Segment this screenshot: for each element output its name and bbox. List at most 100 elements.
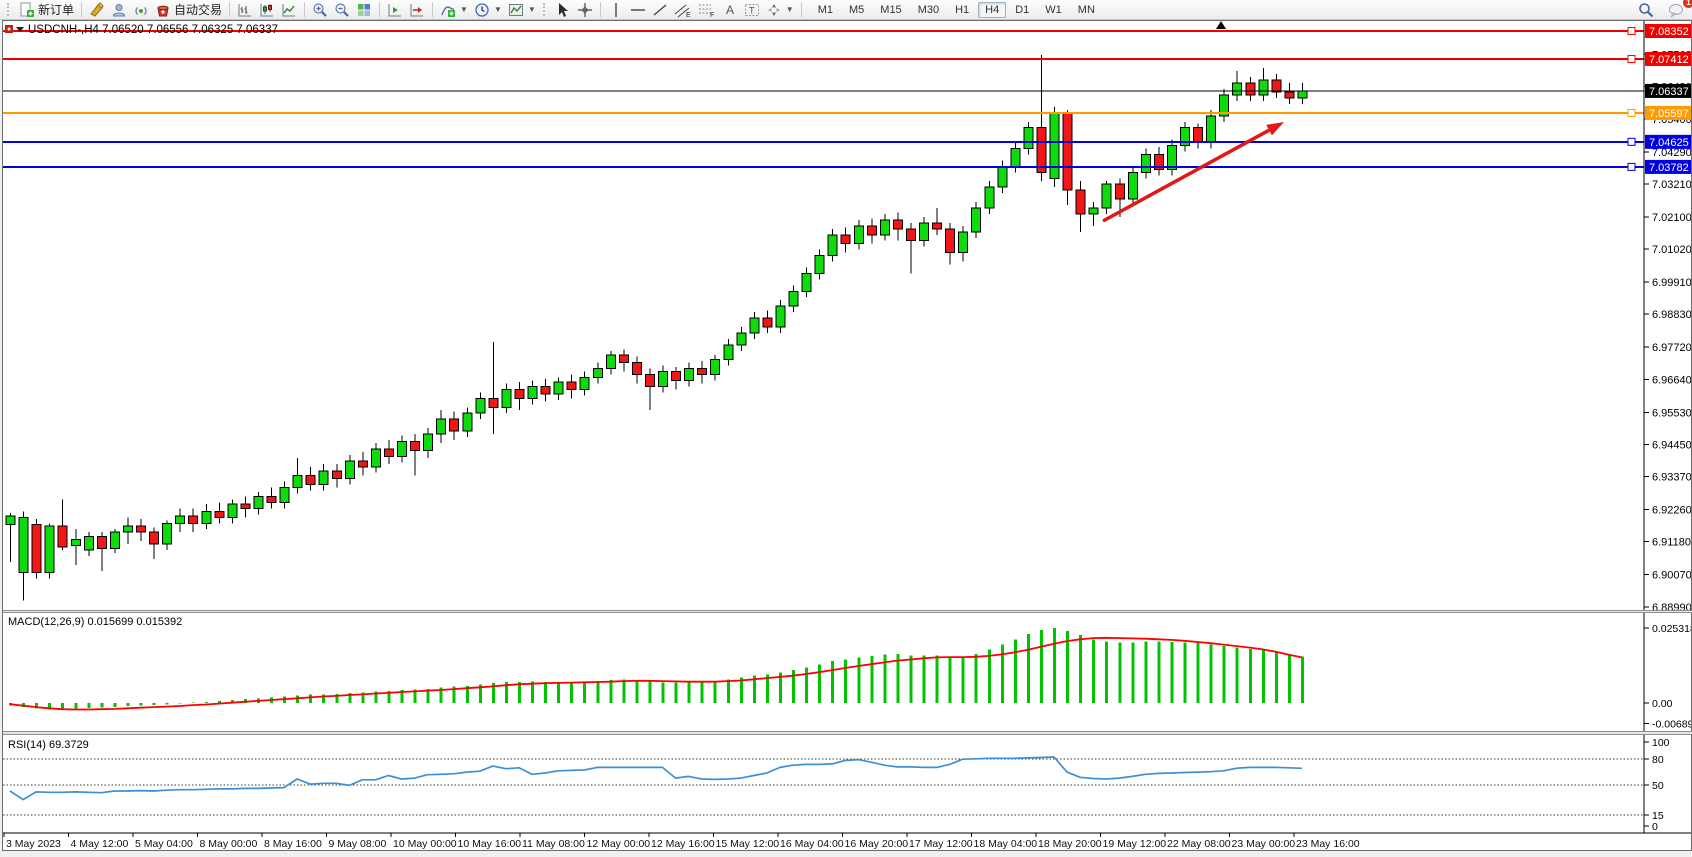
line-chart-icon xyxy=(281,2,297,18)
svg-text:7.03782: 7.03782 xyxy=(1649,162,1689,174)
svg-text:100: 100 xyxy=(1652,737,1670,749)
bar-chart-icon xyxy=(237,2,253,18)
hline-button[interactable] xyxy=(627,1,649,19)
svg-text:23 May 00:00: 23 May 00:00 xyxy=(1232,838,1296,850)
timeframe-mn[interactable]: MN xyxy=(1071,2,1102,18)
zoom-out-icon xyxy=(334,2,350,18)
toolbar-grip[interactable] xyxy=(543,3,548,16)
separator xyxy=(379,2,380,17)
svg-text:3 May 2023: 3 May 2023 xyxy=(6,838,61,850)
svg-text:7.06337: 7.06337 xyxy=(1649,86,1689,98)
zoom-in-button[interactable] xyxy=(309,1,331,19)
svg-text:6.98830: 6.98830 xyxy=(1652,309,1692,321)
autoscroll-button[interactable] xyxy=(384,1,406,19)
signals-button[interactable] xyxy=(130,1,152,19)
autotrade-icon xyxy=(155,2,171,18)
vline-button[interactable] xyxy=(605,1,627,19)
svg-text:18 May 20:00: 18 May 20:00 xyxy=(1038,838,1102,850)
svg-text:19 May 12:00: 19 May 12:00 xyxy=(1103,838,1167,850)
timeframe-w1[interactable]: W1 xyxy=(1038,2,1069,18)
timeframe-h4[interactable]: H4 xyxy=(978,2,1006,18)
text-button[interactable]: A xyxy=(719,1,741,19)
text-label-icon: T xyxy=(744,2,760,18)
clock-icon xyxy=(474,2,490,18)
new-order-label: 新订单 xyxy=(38,1,74,18)
vertical-line-icon xyxy=(608,2,624,18)
periods-button[interactable]: ▼ xyxy=(471,1,505,19)
tile-windows-icon xyxy=(356,2,372,18)
notifications-button[interactable]: 1 xyxy=(1665,1,1688,19)
svg-text:A: A xyxy=(726,3,734,17)
line-handle[interactable] xyxy=(1628,109,1635,116)
fibonacci-icon: F xyxy=(698,2,716,18)
svg-text:7.07412: 7.07412 xyxy=(1649,54,1689,66)
arrows-button[interactable]: ▼ xyxy=(763,1,797,19)
svg-text:6.93370: 6.93370 xyxy=(1652,472,1692,484)
cursor-button[interactable] xyxy=(552,1,574,19)
toolbar-grip[interactable] xyxy=(7,3,12,16)
timeframe-h1[interactable]: H1 xyxy=(948,2,976,18)
tile-windows-button[interactable] xyxy=(353,1,375,19)
separator xyxy=(600,2,601,17)
svg-text:7.08352: 7.08352 xyxy=(1649,26,1689,38)
candle-chart-button[interactable] xyxy=(256,1,278,19)
svg-text:7.01020: 7.01020 xyxy=(1652,244,1692,256)
svg-text:6.95530: 6.95530 xyxy=(1652,407,1692,419)
timeframe-m30[interactable]: M30 xyxy=(911,2,946,18)
svg-text:-0.006894: -0.006894 xyxy=(1652,718,1692,730)
svg-text:23 May 16:00: 23 May 16:00 xyxy=(1296,838,1360,850)
text-icon: A xyxy=(722,2,738,18)
cursor-icon xyxy=(555,2,571,18)
search-button[interactable] xyxy=(1635,1,1657,19)
line-handle[interactable] xyxy=(1628,28,1635,35)
profile-icon xyxy=(111,2,127,18)
timeframe-m15[interactable]: M15 xyxy=(873,2,908,18)
zoom-out-button[interactable] xyxy=(331,1,353,19)
new-order-button[interactable]: 新订单 xyxy=(16,1,77,19)
toolbar: 新订单 自动交易 ▼ ▼ ▼ E F A T ▼ M1M5M15M30H1H4D… xyxy=(0,0,1692,20)
timeframe-m5[interactable]: M5 xyxy=(842,2,871,18)
bar-chart-button[interactable] xyxy=(234,1,256,19)
svg-text:7.04625: 7.04625 xyxy=(1649,137,1689,149)
timeframe-d1[interactable]: D1 xyxy=(1008,2,1036,18)
chart-shift-button[interactable] xyxy=(406,1,428,19)
crosshair-button[interactable] xyxy=(574,1,596,19)
svg-text:22 May 08:00: 22 May 08:00 xyxy=(1167,838,1231,850)
text-label-button[interactable]: T xyxy=(741,1,763,19)
trendline-button[interactable] xyxy=(649,1,671,19)
chisel-icon xyxy=(89,2,105,18)
svg-text:E: E xyxy=(686,12,691,18)
svg-text:7.05597: 7.05597 xyxy=(1649,108,1689,120)
svg-text:16 May 04:00: 16 May 04:00 xyxy=(780,838,844,850)
svg-text:7.02100: 7.02100 xyxy=(1652,212,1692,224)
svg-text:12 May 00:00: 12 May 00:00 xyxy=(587,838,651,850)
chevron-down-icon: ▼ xyxy=(528,5,536,14)
separator xyxy=(81,2,82,17)
styler-button[interactable] xyxy=(86,1,108,19)
line-handle[interactable] xyxy=(1628,138,1635,145)
fibonacci-button[interactable]: F xyxy=(695,1,719,19)
templates-button[interactable]: ▼ xyxy=(505,1,539,19)
channel-button[interactable]: E xyxy=(671,1,695,19)
timeframe-group: M1M5M15M30H1H4D1W1MN xyxy=(810,2,1103,18)
svg-text:5 May 04:00: 5 May 04:00 xyxy=(135,838,193,850)
line-handle[interactable] xyxy=(1628,55,1635,62)
chevron-down-icon: ▼ xyxy=(786,5,794,14)
candle-chart-icon xyxy=(259,2,275,18)
chart-title: USDCNH-,H4 7.06520 7.06556 7.06325 7.063… xyxy=(28,24,278,36)
macd-label: MACD(12,26,9) 0.015699 0.015392 xyxy=(8,616,182,628)
signal-icon xyxy=(133,2,149,18)
svg-text:6.90070: 6.90070 xyxy=(1652,570,1692,582)
indicators-button[interactable]: ▼ xyxy=(437,1,471,19)
line-chart-button[interactable] xyxy=(278,1,300,19)
line-handle[interactable] xyxy=(1628,163,1635,170)
svg-text:T: T xyxy=(749,5,755,15)
svg-text:50: 50 xyxy=(1652,780,1664,792)
svg-text:6.94450: 6.94450 xyxy=(1652,439,1692,451)
separator xyxy=(432,2,433,17)
svg-text:6.97720: 6.97720 xyxy=(1652,342,1692,354)
profiles-button[interactable] xyxy=(108,1,130,19)
autotrade-button[interactable]: 自动交易 xyxy=(152,1,225,19)
timeframe-m1[interactable]: M1 xyxy=(811,2,840,18)
autoscroll-icon xyxy=(387,2,403,18)
